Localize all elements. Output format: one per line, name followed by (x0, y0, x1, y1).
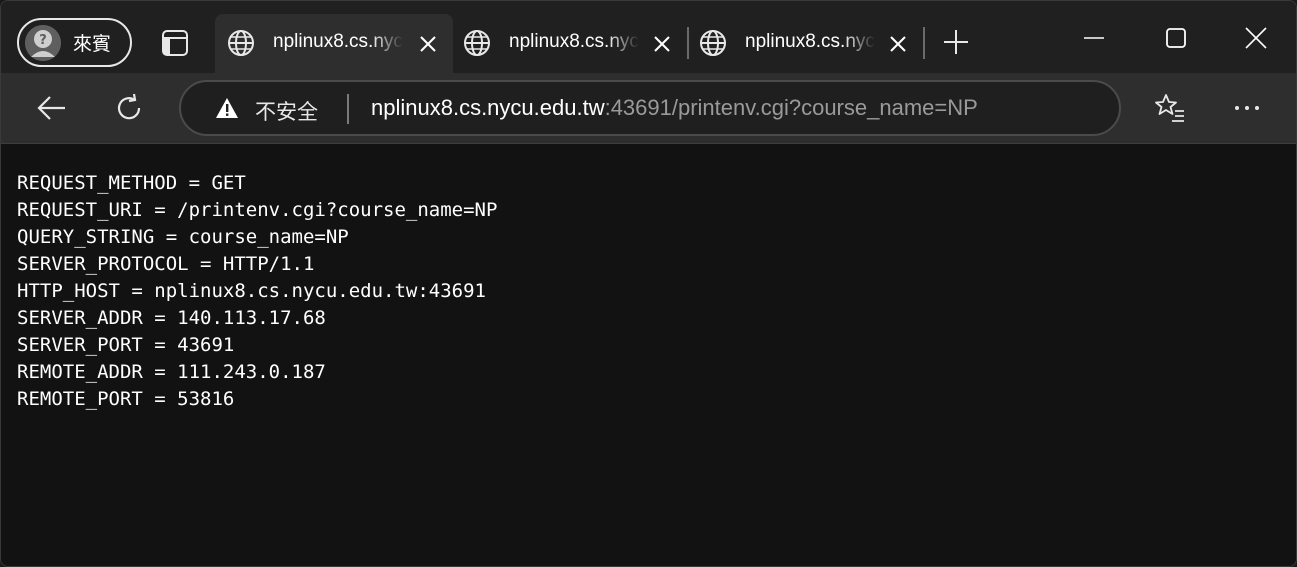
address-bar[interactable]: 不安全 nplinux8.cs.nycu.edu.tw:43691/printe… (179, 80, 1121, 136)
env-line: HTTP_HOST = nplinux8.cs.nycu.edu.tw:4369… (17, 280, 486, 302)
more-menu-icon[interactable] (1230, 91, 1264, 125)
tab-2[interactable]: nplinux8.cs.nycu.edu.tw (451, 14, 687, 73)
toolbar: 不安全 nplinux8.cs.nycu.edu.tw:43691/printe… (1, 73, 1296, 144)
sidebar-toggle-button[interactable] (160, 28, 190, 58)
browser-window: ? 來賓 nplinux8.cs.nycu.edu.tw (0, 0, 1297, 567)
env-line: SERVER_PORT = 43691 (17, 334, 235, 356)
env-line: REMOTE_ADDR = 111.243.0.187 (17, 361, 326, 383)
tab-title: nplinux8.cs.nycu.edu.tw (509, 31, 639, 52)
url-text[interactable]: nplinux8.cs.nycu.edu.tw:43691/printenv.c… (371, 95, 978, 121)
svg-text:?: ? (39, 33, 47, 48)
profile-label: 來賓 (73, 33, 112, 55)
question-avatar-icon: ? (25, 24, 61, 61)
url-path: :43691/printenv.cgi?course_name=NP (604, 95, 978, 120)
close-tab-icon[interactable] (417, 33, 439, 55)
env-line: REMOTE_PORT = 53816 (17, 388, 235, 410)
new-tab-icon[interactable] (941, 27, 971, 57)
back-icon[interactable] (35, 91, 69, 125)
close-window-icon[interactable] (1241, 23, 1271, 53)
tab-title: nplinux8.cs.nycu.edu.tw (273, 31, 403, 52)
tab-1[interactable]: nplinux8.cs.nycu.edu.tw (215, 14, 453, 73)
tab-title: nplinux8.cs.nycu.edu.tw (745, 31, 875, 52)
env-line: REQUEST_METHOD = GET (17, 172, 246, 194)
env-line: REQUEST_URI = /printenv.cgi?course_name=… (17, 199, 498, 221)
sidebar-icon (162, 30, 188, 56)
close-tab-icon[interactable] (651, 33, 673, 55)
address-separator (347, 94, 349, 124)
url-host: nplinux8.cs.nycu.edu.tw (371, 95, 605, 120)
env-line: QUERY_STRING = course_name=NP (17, 226, 349, 248)
globe-icon (464, 30, 490, 56)
page-content: REQUEST_METHOD = GET REQUEST_URI = /prin… (1, 144, 1296, 566)
refresh-icon[interactable] (112, 91, 146, 125)
title-bar: ? 來賓 nplinux8.cs.nycu.edu.tw (1, 1, 1296, 73)
profile-button[interactable]: ? 來賓 (17, 18, 132, 67)
warning-icon[interactable] (215, 97, 239, 119)
favorites-icon[interactable] (1153, 91, 1187, 125)
maximize-icon[interactable] (1161, 23, 1191, 53)
minimize-icon[interactable] (1079, 23, 1109, 53)
tab-divider (923, 27, 925, 59)
globe-icon (228, 30, 254, 56)
env-line: SERVER_PROTOCOL = HTTP/1.1 (17, 253, 315, 275)
close-tab-icon[interactable] (887, 33, 909, 55)
env-line: SERVER_ADDR = 140.113.17.68 (17, 307, 326, 329)
tab-3[interactable]: nplinux8.cs.nycu.edu.tw (687, 14, 923, 73)
globe-icon (700, 30, 726, 56)
security-status-label[interactable]: 不安全 (255, 96, 318, 126)
